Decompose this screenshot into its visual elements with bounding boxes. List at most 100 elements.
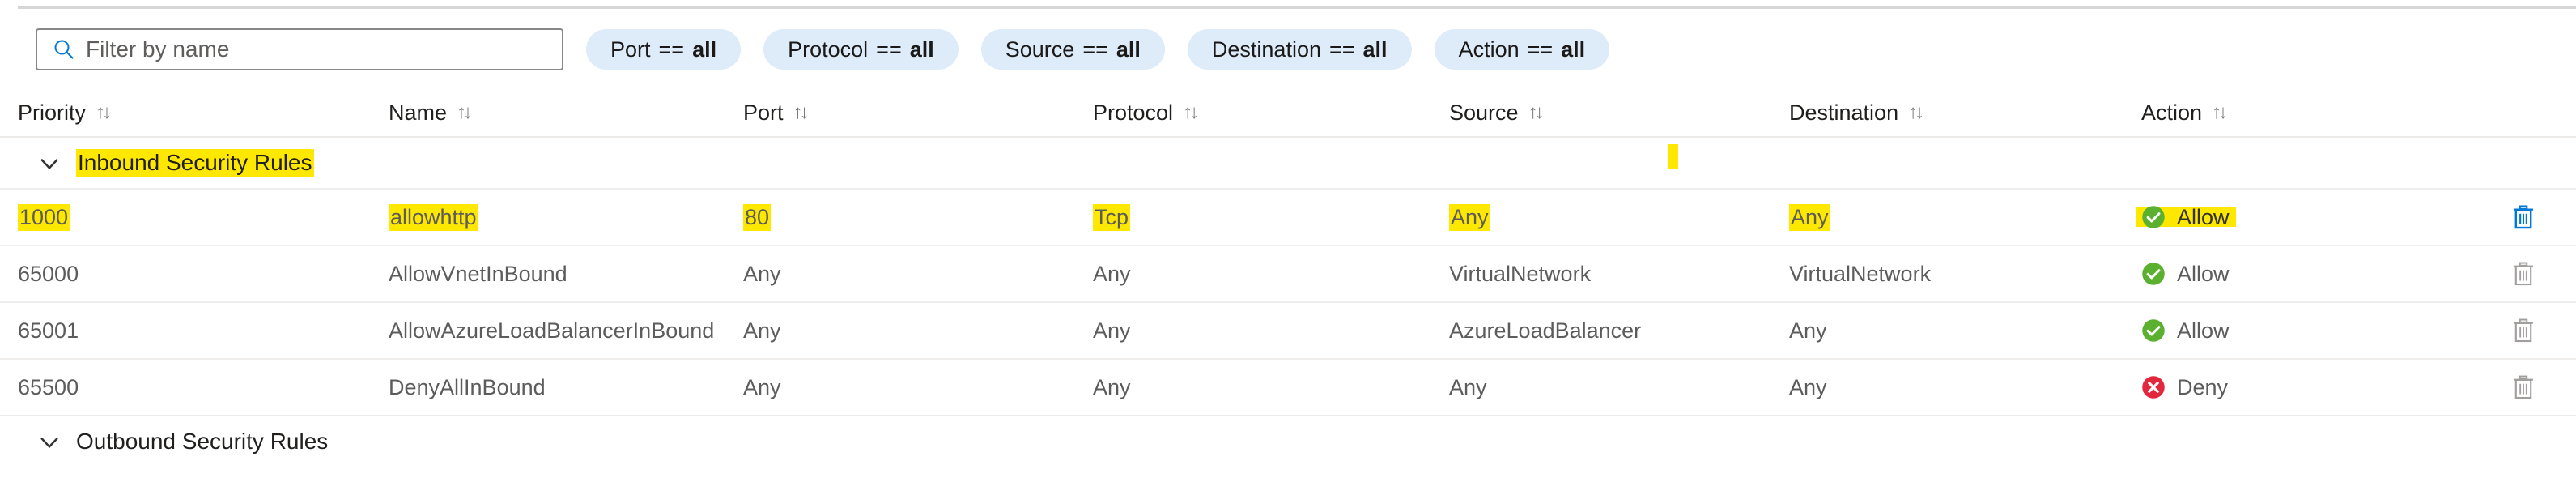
error-circle-icon <box>2142 376 2165 399</box>
sort-arrows-icon: ↑↓ <box>1528 101 1545 123</box>
check-circle-icon <box>2142 319 2165 342</box>
filter-pill-source-value: all <box>1116 36 1141 62</box>
search-input[interactable] <box>86 33 539 66</box>
table-row[interactable]: 65000 AllowVnetInBound Any Any VirtualNe… <box>0 245 2576 301</box>
filter-pill-port-op: == <box>658 36 685 62</box>
group-header-inbound[interactable]: Inbound Security Rules <box>0 136 2576 188</box>
sort-arrows-icon: ↑↓ <box>96 101 112 123</box>
cell-protocol: Any <box>1093 246 1441 301</box>
group-toggle-inbound[interactable]: Inbound Security Rules <box>36 138 314 188</box>
cell-name-value: DenyAllInBound <box>389 374 546 399</box>
search-box[interactable] <box>36 28 563 70</box>
group-header-outbound[interactable]: Outbound Security Rules <box>0 415 2576 467</box>
cell-action-value: Allow <box>2177 204 2230 229</box>
cell-priority-value: 1000 <box>18 203 70 231</box>
column-header-priority-label: Priority <box>18 100 87 125</box>
column-header-source[interactable]: Source ↑↓ <box>1449 89 1781 136</box>
cell-action-value: Deny <box>2177 374 2229 399</box>
cell-port: Any <box>743 360 1083 415</box>
cell-priority: 65000 <box>18 246 374 301</box>
trash-icon <box>2513 375 2534 399</box>
column-header-action[interactable]: Action ↑↓ <box>2141 89 2449 136</box>
filter-pill-protocol-value: all <box>909 36 934 62</box>
grid-header-row: Priority ↑↓ Name ↑↓ Port ↑↓ Protocol ↑↓ … <box>0 89 2576 136</box>
filter-pill-action-key: Action <box>1458 36 1520 62</box>
search-icon <box>54 40 74 59</box>
cell-name-value: AllowAzureLoadBalancerInBound <box>389 318 715 343</box>
filter-pill-action-op: == <box>1527 36 1554 62</box>
filter-pill-destination[interactable]: Destination == all <box>1187 29 1412 70</box>
column-header-name[interactable]: Name ↑↓ <box>389 89 737 136</box>
delete-rule-button[interactable] <box>2506 199 2541 235</box>
filter-pill-port-key: Port <box>610 36 651 62</box>
cell-protocol-value: Any <box>1093 261 1131 286</box>
cell-destination-value: Any <box>1789 374 1827 399</box>
column-header-protocol[interactable]: Protocol ↑↓ <box>1093 89 1441 136</box>
filter-pill-port[interactable]: Port == all <box>586 29 742 70</box>
cell-source: Any <box>1449 360 1781 415</box>
cell-destination-value: Any <box>1789 203 1830 231</box>
cell-name: DenyAllInBound <box>389 360 737 415</box>
cell-action: Allow <box>2141 303 2449 358</box>
cell-destination: Any <box>1789 360 2129 415</box>
filter-pill-action-value: all <box>1561 36 1586 62</box>
cell-destination: Any <box>1789 190 2129 245</box>
cell-port-value: Any <box>743 374 781 399</box>
cell-name: allowhttp <box>389 190 737 245</box>
filter-pill-destination-key: Destination <box>1211 36 1321 62</box>
cell-protocol: Any <box>1093 360 1441 415</box>
status-badge: Allow <box>2136 204 2236 230</box>
cell-name-value: allowhttp <box>389 203 478 231</box>
column-header-port[interactable]: Port ↑↓ <box>743 89 1083 136</box>
filter-pill-source[interactable]: Source == all <box>980 29 1165 70</box>
column-header-priority[interactable]: Priority ↑↓ <box>18 89 374 136</box>
column-header-destination-label: Destination <box>1789 100 1899 125</box>
delete-rule-button <box>2506 313 2541 348</box>
cell-priority: 65500 <box>18 360 374 415</box>
sort-arrows-icon: ↑↓ <box>457 101 473 123</box>
status-badge: Allow <box>2141 262 2230 287</box>
table-row[interactable]: 65500 DenyAllInBound Any Any Any Any Den… <box>0 358 2576 415</box>
sort-arrows-icon: ↑↓ <box>1183 101 1199 123</box>
cell-destination-value: VirtualNetwork <box>1789 261 1932 286</box>
cell-delete <box>2506 190 2562 245</box>
trash-icon <box>2513 205 2534 229</box>
table-row[interactable]: 1000 allowhttp 80 Tcp Any Any Allow <box>0 188 2576 245</box>
cell-protocol-value: Tcp <box>1093 203 1131 231</box>
cell-port-value: Any <box>743 318 781 343</box>
cell-priority: 1000 <box>18 190 374 245</box>
column-header-destination[interactable]: Destination ↑↓ <box>1789 89 2129 136</box>
filter-pill-protocol[interactable]: Protocol == all <box>763 29 959 70</box>
delete-rule-button <box>2506 256 2541 292</box>
cell-name-value: AllowVnetInBound <box>389 261 567 286</box>
highlight-mark-stray <box>1668 144 1678 169</box>
cell-protocol: Any <box>1093 303 1441 358</box>
group-label-outbound: Outbound Security Rules <box>76 429 329 454</box>
cell-port-value: 80 <box>743 203 772 231</box>
filter-pill-action[interactable]: Action == all <box>1434 29 1610 70</box>
cell-name: AllowAzureLoadBalancerInBound <box>389 303 737 358</box>
cell-port: Any <box>743 246 1083 301</box>
filter-pill-destination-value: all <box>1362 36 1388 62</box>
cell-source-value: AzureLoadBalancer <box>1449 318 1642 343</box>
chevron-down-icon <box>40 158 58 170</box>
cell-action: Allow <box>2136 190 2449 245</box>
cell-priority-value: 65500 <box>18 374 79 399</box>
cell-name: AllowVnetInBound <box>389 246 737 301</box>
cell-delete <box>2506 246 2562 301</box>
security-rules-grid: Priority ↑↓ Name ↑↓ Port ↑↓ Protocol ↑↓ … <box>0 89 2576 467</box>
cell-delete <box>2506 303 2562 358</box>
cell-source-value: VirtualNetwork <box>1449 261 1592 286</box>
chevron-down-icon <box>40 437 58 449</box>
column-header-port-label: Port <box>743 100 784 125</box>
status-badge: Deny <box>2141 375 2228 400</box>
group-toggle-outbound[interactable]: Outbound Security Rules <box>36 416 328 467</box>
cell-priority-value: 65000 <box>18 261 79 286</box>
sort-arrows-icon: ↑↓ <box>1908 101 1924 123</box>
cell-source: AzureLoadBalancer <box>1449 303 1781 358</box>
cell-destination-value: Any <box>1789 318 1827 343</box>
cell-port-value: Any <box>743 261 781 286</box>
table-row[interactable]: 65001 AllowAzureLoadBalancerInBound Any … <box>0 301 2576 358</box>
filter-pill-protocol-key: Protocol <box>788 36 869 62</box>
column-header-name-label: Name <box>389 100 448 125</box>
